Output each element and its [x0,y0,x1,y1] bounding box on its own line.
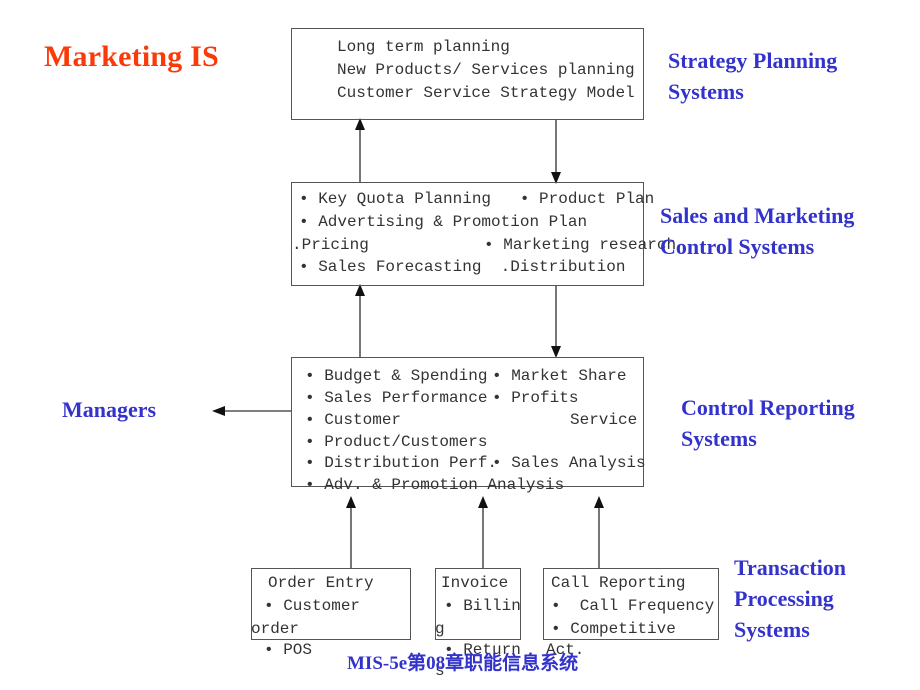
sales-control-line-2: • Advertising & Promotion Plan [299,213,588,231]
control-right-line-3: Service [570,411,638,429]
label-control-reporting-systems: Control Reporting Systems [681,392,855,454]
footer-text: MIS-5e第08章职能信息系统 [347,653,579,674]
control-right-line-5: • Sales Analysis [492,454,646,472]
control-right-line-1: • Market Share [492,367,627,385]
sales-control-line-4: • Sales Forecasting .Distribution [299,258,626,276]
call-reporting-line-2: • Call Frequency [551,597,715,615]
strategy-line-2: New Products/ Services planning [337,61,635,79]
order-entry-line-3: order [251,620,300,638]
arrow-control-to-sales [355,284,365,357]
invoice-line-2: • Billin [444,597,521,615]
label-transaction-processing-systems: Transaction Processing Systems [734,552,846,645]
label-strategy-line-2: Systems [668,79,744,104]
control-left-line-1: • Budget & Spending [305,367,488,385]
control-left-line-3: • Customer [305,411,402,429]
page-title: Marketing IS [44,40,219,73]
order-entry-line-1: Order Entry [268,574,374,592]
label-managers: Managers [62,397,157,422]
label-sales-line-2: Control Systems [660,234,815,259]
order-entry-line-2: • Customer [264,597,361,615]
control-left-line-6: • Adv. & Promotion Analysis [305,476,565,494]
sales-control-line-1: • Key Quota Planning • Product Plan [299,190,655,208]
strategy-line-3: Customer Service Strategy Model [337,84,635,102]
arrow-sales-to-control [551,286,561,358]
call-reporting-line-1: Call Reporting [551,574,686,592]
arrow-control-to-managers [212,406,291,416]
arrow-call-reporting-to-control [594,496,604,568]
order-entry-line-4: • POS [264,641,313,659]
arrow-invoice-to-control [478,496,488,568]
arrow-sales-to-strategy [355,118,365,182]
arrow-order-entry-to-control [346,496,356,568]
control-right-line-2: • Profits [492,389,579,407]
label-strategy-planning-systems: Strategy Planning Systems [668,45,837,107]
control-left-line-4: • Product/Customers [305,433,488,451]
label-transaction-line-3: Systems [734,617,810,642]
label-control-line-1: Control Reporting [681,395,855,420]
call-reporting-line-3: • Competitive [551,620,676,638]
control-left-line-5: • Distribution Perf. [305,454,498,472]
label-control-line-2: Systems [681,426,757,451]
label-transaction-line-1: Transaction [734,555,847,580]
label-transaction-line-2: Processing [734,586,834,611]
arrow-strategy-to-sales [551,120,561,184]
label-sales-line-1: Sales and Marketing [660,203,855,228]
invoice-line-3: g [435,620,445,638]
strategy-line-1: Long term planning [337,38,510,56]
label-sales-marketing-control-systems: Sales and Marketing Control Systems [660,200,854,262]
control-left-line-2: • Sales Performance [305,389,488,407]
invoice-line-1: Invoice [441,574,509,592]
sales-control-line-3: .Pricing • Marketing research [292,236,677,254]
diagram-canvas: Marketing IS Long term planning New Prod… [0,0,920,690]
label-strategy-line-1: Strategy Planning [668,48,838,73]
